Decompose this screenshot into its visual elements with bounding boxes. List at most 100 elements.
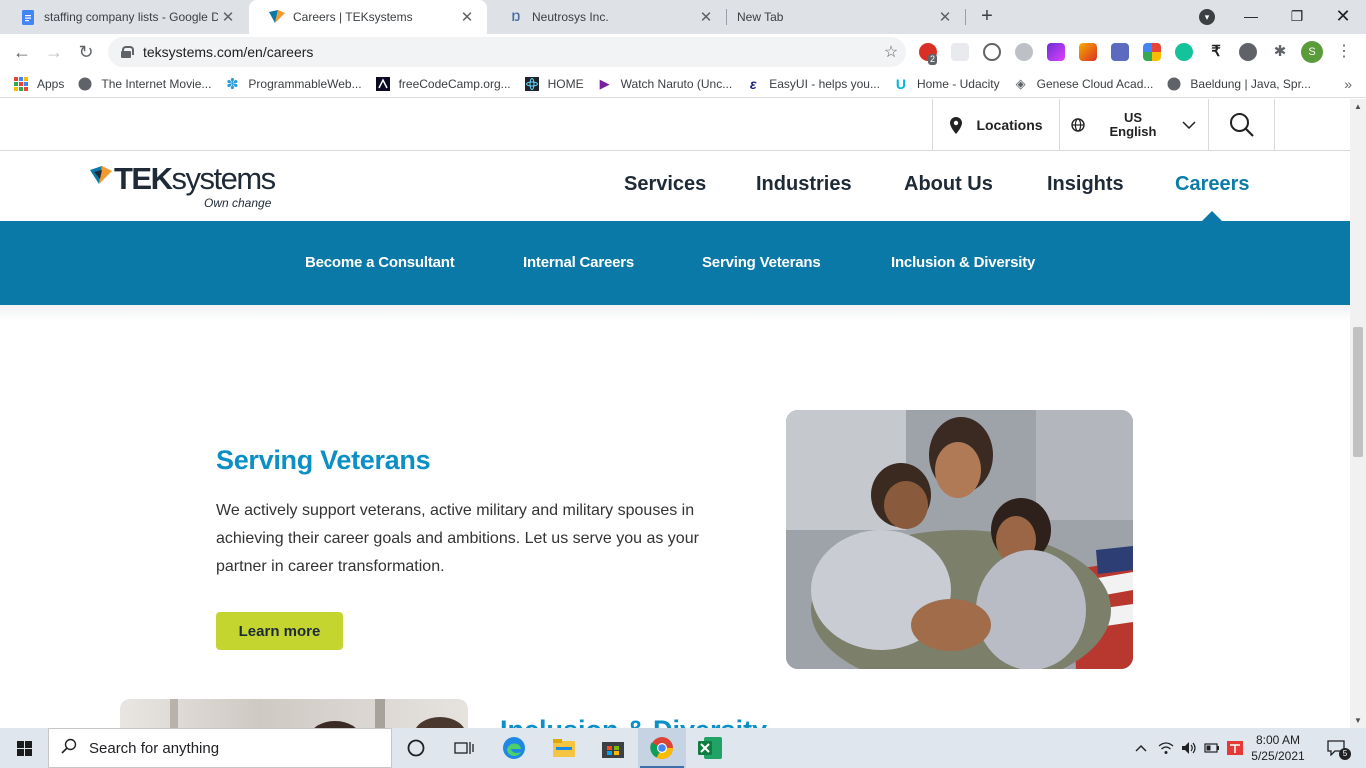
chevron-down-icon <box>1182 121 1196 129</box>
udacity-icon: U <box>895 75 907 92</box>
address-bar[interactable]: teksystems.com/en/careers ☆ <box>108 37 906 67</box>
bookmark-label: EasyUI - helps you... <box>769 76 880 91</box>
taskbar-search-placeholder: Search for anything <box>89 739 220 757</box>
extension-icon[interactable] <box>951 43 969 61</box>
scroll-thumb[interactable] <box>1353 327 1363 457</box>
search-icon <box>1229 113 1254 137</box>
site-search-button[interactable] <box>1208 99 1275 151</box>
subnav-inclusion-diversity[interactable]: Inclusion & Diversity <box>891 254 1035 271</box>
profile-avatar[interactable]: S <box>1301 41 1323 63</box>
system-clock[interactable]: 8:00 AM 5/25/2021 <box>1248 732 1308 764</box>
neutrosys-icon: Ŋ <box>511 10 521 24</box>
bookmark-label: Home - Udacity <box>916 76 1000 91</box>
nav-services[interactable]: Services <box>624 173 706 196</box>
tab-new-tab[interactable]: New Tab ✕ <box>727 0 965 34</box>
security-icon[interactable] <box>1224 728 1246 768</box>
notifications-button[interactable]: 5 <box>1318 728 1354 768</box>
cortana-icon[interactable] <box>392 728 440 768</box>
back-icon[interactable]: ← <box>8 38 36 66</box>
teksystems-logo[interactable]: TEKsystems Own change <box>90 160 276 212</box>
bookmark-udacity[interactable]: U Home - Udacity <box>893 76 1000 92</box>
tab-neutrosys[interactable]: Ŋ Neutrosys Inc. ✕ <box>488 0 726 34</box>
file-explorer-icon[interactable] <box>540 728 588 768</box>
nav-industries[interactable]: Industries <box>756 173 852 196</box>
extension-icon[interactable] <box>983 43 1001 61</box>
start-button[interactable] <box>0 728 48 768</box>
new-tab-icon[interactable]: + <box>976 5 998 27</box>
locations-link[interactable]: Locations <box>932 99 1060 151</box>
nav-insights[interactable]: Insights <box>1047 173 1124 196</box>
extension-icon[interactable] <box>1047 43 1065 61</box>
bookmark-imdb[interactable]: The Internet Movie... <box>77 76 211 92</box>
bookmark-home[interactable]: HOME <box>524 76 584 92</box>
close-tab-icon[interactable]: ✕ <box>935 8 955 26</box>
more-bookmarks-icon[interactable]: » <box>1344 76 1352 92</box>
wifi-icon[interactable] <box>1155 728 1177 768</box>
bookmark-star-icon[interactable]: ☆ <box>876 42 906 62</box>
learn-more-button[interactable]: Learn more <box>216 612 343 650</box>
react-icon <box>524 76 540 92</box>
nav-about-us[interactable]: About Us <box>904 173 993 196</box>
subnav-internal-careers[interactable]: Internal Careers <box>523 254 634 271</box>
edge-icon[interactable] <box>490 728 538 768</box>
language-selector[interactable]: US English <box>1059 99 1208 151</box>
bookmark-genese[interactable]: ◈ Genese Cloud Acad... <box>1013 76 1154 92</box>
forward-icon[interactable]: → <box>40 38 68 66</box>
reload-icon[interactable]: ↻ <box>72 38 100 66</box>
bookmark-label: HOME <box>547 76 584 91</box>
page-scrollbar[interactable]: ▲ ▼ <box>1350 99 1366 728</box>
inclusion-diversity-heading: Inclusion & Diversity <box>500 715 767 728</box>
bookmark-baeldung[interactable]: Baeldung | Java, Spr... <box>1166 76 1311 92</box>
taskbar-search-box[interactable]: Search for anything <box>48 728 392 768</box>
subnav-serving-veterans[interactable]: Serving Veterans <box>702 254 821 271</box>
scroll-up-icon[interactable]: ▲ <box>1353 102 1363 111</box>
close-tab-icon[interactable]: ✕ <box>696 8 716 26</box>
close-tab-icon[interactable]: ✕ <box>218 8 238 26</box>
extension-icon[interactable] <box>1079 43 1097 61</box>
volume-icon[interactable] <box>1178 728 1200 768</box>
show-hidden-icons[interactable] <box>1130 728 1152 768</box>
scroll-down-icon[interactable]: ▼ <box>1353 716 1363 725</box>
nav-careers[interactable]: Careers <box>1175 173 1250 196</box>
veterans-description: We actively support veterans, active mil… <box>216 502 699 575</box>
minimize-icon[interactable]: — <box>1228 0 1274 34</box>
subnav-become-consultant[interactable]: Become a Consultant <box>305 254 455 271</box>
bookmark-label: The Internet Movie... <box>101 76 212 91</box>
close-window-icon[interactable]: ✕ <box>1320 0 1366 34</box>
extension-icon[interactable] <box>1143 43 1161 61</box>
bookmark-apps[interactable]: Apps <box>13 76 64 92</box>
google-docs-icon <box>20 9 36 25</box>
extension-icon[interactable] <box>1015 43 1033 61</box>
bookmark-programmableweb[interactable]: ✽ ProgrammableWeb... <box>224 75 361 93</box>
tab-teksystems[interactable]: Careers | TEKsystems ✕ <box>249 0 487 34</box>
notification-count: 5 <box>1339 748 1351 760</box>
close-tab-icon[interactable]: ✕ <box>457 8 477 26</box>
task-view-icon[interactable] <box>440 728 488 768</box>
grammarly-icon[interactable] <box>1175 43 1193 61</box>
subnav-shadow <box>0 305 1350 321</box>
puzzle-icon[interactable]: ✱ <box>1271 43 1289 61</box>
extension-icon[interactable] <box>1239 43 1257 61</box>
easyui-icon: ε <box>749 75 757 92</box>
excel-icon[interactable] <box>686 728 734 768</box>
menu-icon[interactable]: ⋮ <box>1336 40 1352 64</box>
bookmark-naruto[interactable]: ▶ Watch Naruto (Unc... <box>597 76 733 92</box>
globe-icon <box>77 76 93 92</box>
programmableweb-icon: ✽ <box>226 75 239 93</box>
store-icon[interactable] <box>589 728 637 768</box>
bookmark-label: Apps <box>37 76 65 91</box>
windows-taskbar: Search for anything 8:00 AM 5/25/2021 5 <box>0 728 1366 768</box>
tab-google-docs[interactable]: staffing company lists - Google D ✕ <box>0 0 248 34</box>
bookmark-freecodecamp[interactable]: freeCodeCamp.org... <box>375 76 511 92</box>
battery-icon[interactable] <box>1201 728 1223 768</box>
logo-tagline: Own change <box>204 196 272 210</box>
clock-time: 8:00 AM <box>1255 733 1301 747</box>
restore-icon[interactable]: ❐ <box>1274 0 1320 34</box>
extension-icon[interactable]: ₹ <box>1207 43 1225 61</box>
chrome-icon[interactable] <box>638 728 686 768</box>
globe-icon <box>1166 76 1182 92</box>
bookmark-easyui[interactable]: ε EasyUI - helps you... <box>745 76 880 92</box>
extension-icon[interactable] <box>1111 43 1129 61</box>
bookmark-label: Watch Naruto (Unc... <box>620 76 733 91</box>
tab-search-icon[interactable]: ▾ <box>1199 9 1215 25</box>
